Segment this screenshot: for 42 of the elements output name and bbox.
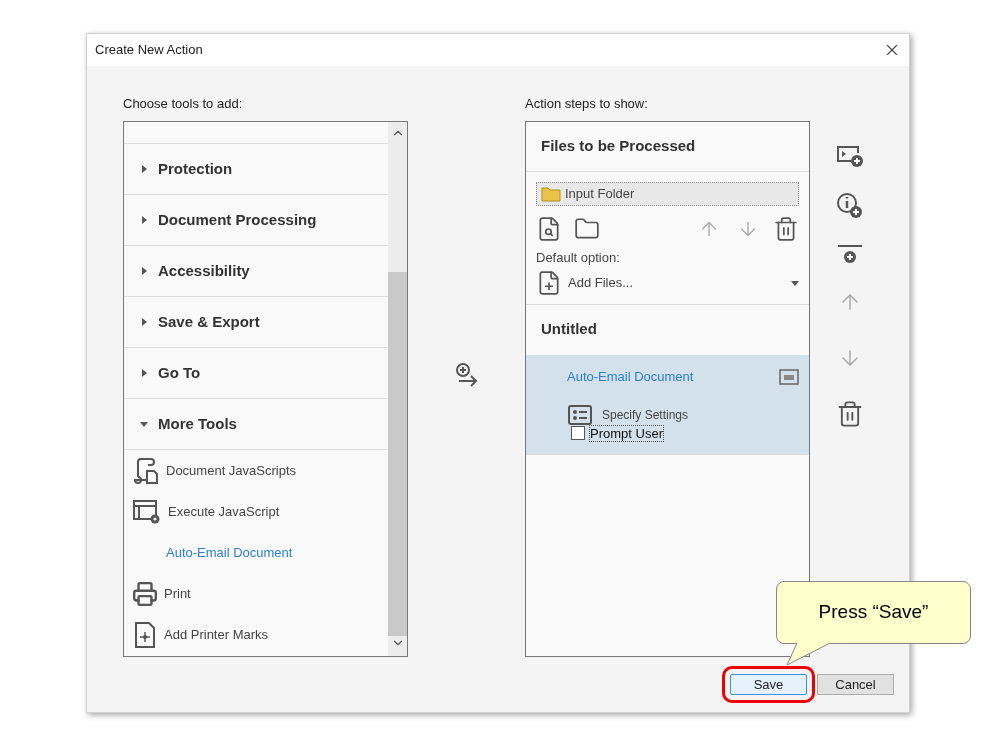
expanded-triangle-icon bbox=[791, 278, 799, 287]
collapsed-triangle-icon bbox=[140, 318, 148, 327]
tool-item[interactable]: Auto-Email Document bbox=[124, 532, 388, 574]
checkbox[interactable] bbox=[571, 426, 585, 441]
printer-icon bbox=[132, 580, 158, 607]
section-title: Files to be Processed bbox=[541, 136, 696, 157]
collapsed-triangle-icon bbox=[140, 216, 148, 225]
expanded-triangle-icon bbox=[140, 420, 148, 429]
add-separator-icon[interactable] bbox=[837, 243, 863, 266]
settings-list-icon bbox=[568, 404, 592, 425]
scrollbar[interactable] bbox=[388, 122, 407, 657]
trash-icon[interactable] bbox=[773, 216, 799, 243]
window-title: Create New Action bbox=[95, 41, 203, 60]
scroll-thumb[interactable] bbox=[388, 272, 407, 637]
dialog-button[interactable]: Cancel bbox=[817, 674, 894, 696]
tool-item[interactable]: Execute JavaScript bbox=[124, 491, 388, 533]
window-gear-icon bbox=[132, 497, 162, 526]
trash-icon[interactable] bbox=[836, 399, 864, 428]
folder-icon bbox=[541, 186, 561, 203]
file-search-icon[interactable] bbox=[536, 216, 562, 243]
section-title: Untitled bbox=[541, 319, 597, 340]
add-arrow-icon[interactable] bbox=[454, 363, 479, 388]
dialog-icon[interactable] bbox=[779, 368, 799, 385]
file-plus-icon bbox=[536, 269, 562, 296]
specify-settings-row[interactable]: Specify Settings bbox=[526, 404, 809, 425]
document-crosshair-icon bbox=[132, 620, 158, 649]
collapsed-triangle-icon bbox=[140, 369, 148, 378]
collapsed-triangle-icon bbox=[140, 165, 148, 174]
panel-label: Choose tools to add: bbox=[123, 94, 244, 113]
input-folder-row[interactable]: Input Folder bbox=[536, 182, 799, 207]
add-video-icon[interactable] bbox=[836, 143, 864, 168]
default-option-label: Default option: bbox=[536, 249, 621, 268]
collapsed-triangle-icon bbox=[140, 267, 148, 276]
tool-item[interactable]: Document JavaScripts bbox=[124, 450, 388, 492]
panel-label: Action steps to show: bbox=[525, 94, 649, 113]
default-option-dropdown[interactable]: Add Files... bbox=[536, 267, 799, 298]
tool-item[interactable]: Add Printer Marks bbox=[124, 614, 388, 656]
prompt-user-checkbox[interactable]: Prompt User bbox=[526, 424, 809, 442]
add-info-icon[interactable] bbox=[836, 191, 864, 220]
action-step[interactable]: Auto-Email Document Specify Settings Prompt User bbox=[526, 354, 809, 455]
script-scroll-icon bbox=[132, 456, 160, 485]
tool-item[interactable]: Print bbox=[124, 573, 388, 615]
